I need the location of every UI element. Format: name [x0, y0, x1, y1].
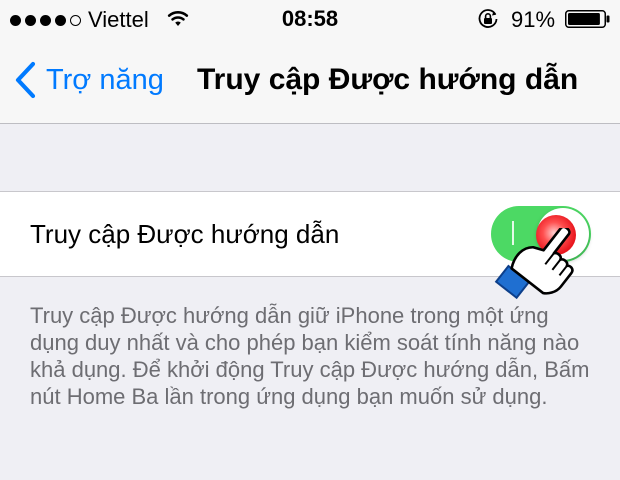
navigation-bar: Trợ năng Truy cập Được hướng dẫn — [0, 40, 620, 124]
footer-description: Truy cập Được hướng dẫn giữ iPhone trong… — [30, 303, 590, 409]
orientation-lock-icon — [478, 9, 498, 28]
status-bar: Viettel 08:58 91% — [0, 0, 620, 40]
chevron-left-icon — [15, 61, 36, 99]
battery-percent: 91% — [511, 7, 556, 32]
battery-icon — [565, 10, 610, 28]
guided-access-label: Truy cập Được hướng dẫn — [30, 219, 340, 249]
page-title: Truy cập Được hướng dẫn — [197, 63, 579, 96]
back-button[interactable]: Trợ năng — [14, 58, 164, 102]
back-button-label: Trợ năng — [46, 64, 164, 96]
